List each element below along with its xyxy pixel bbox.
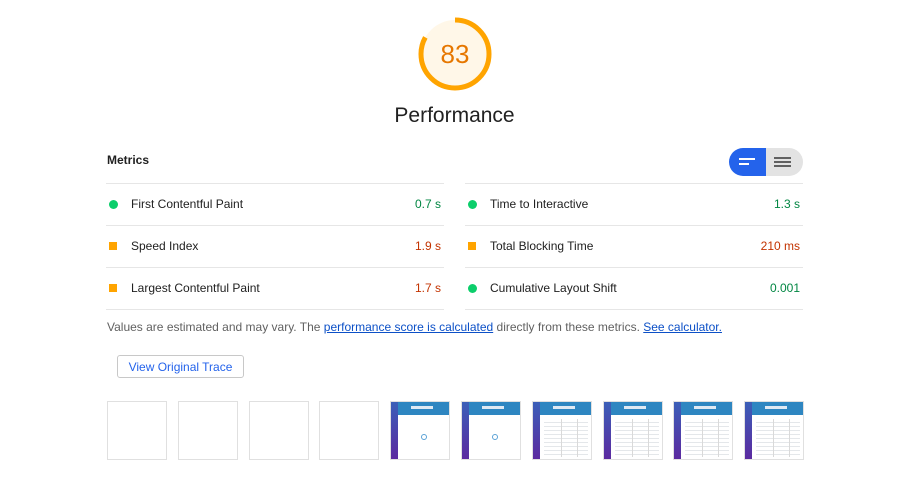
filmstrip-frame [177, 401, 238, 460]
metric-value: 1.3 s [773, 197, 800, 211]
disclaimer-text: directly from these metrics. [493, 320, 644, 334]
metrics-column-right: Time to Interactive 1.3 s Total Blocking… [465, 183, 803, 310]
metric-label: First Contentful Paint [131, 197, 244, 211]
metric-value: 0.7 s [414, 197, 441, 211]
average-square-icon [109, 242, 117, 250]
filmstrip-frame [248, 401, 309, 460]
metric-speed-index: Speed Index 1.9 s [106, 225, 444, 267]
filmstrip-frame [461, 401, 521, 460]
filmstrip-frame [107, 401, 167, 460]
filmstrip-frame [531, 401, 592, 460]
metrics-view-toggle[interactable] [729, 148, 803, 176]
score-calculation-link[interactable]: performance score is calculated [324, 320, 493, 334]
expanded-view-icon[interactable] [766, 148, 803, 176]
metric-value: 210 ms [760, 239, 800, 253]
filmstrip-frame [602, 401, 663, 460]
metrics-column-left: First Contentful Paint 0.7 s Speed Index… [106, 183, 444, 310]
filmstrip-frame [319, 401, 380, 460]
metric-first-contentful-paint: First Contentful Paint 0.7 s [106, 183, 444, 225]
pass-circle-icon [109, 200, 118, 209]
score-value: 83 [440, 39, 470, 69]
metric-label: Largest Contentful Paint [131, 281, 260, 295]
metric-value: 1.9 s [414, 239, 441, 253]
disclaimer-text: Values are estimated and may vary. The [107, 320, 324, 334]
metric-label: Time to Interactive [490, 197, 589, 211]
metric-total-blocking-time: Total Blocking Time 210 ms [465, 225, 803, 267]
metric-label: Cumulative Layout Shift [490, 281, 617, 295]
compact-view-icon[interactable] [729, 148, 766, 176]
filmstrip-frame [390, 401, 451, 460]
see-calculator-link[interactable]: See calculator. [643, 320, 722, 334]
metric-value: 0.001 [769, 281, 800, 295]
metrics-heading: Metrics [107, 153, 150, 167]
metric-value: 1.7 s [414, 281, 441, 295]
filmstrip-frame [673, 401, 734, 460]
average-square-icon [109, 284, 117, 292]
metrics-disclaimer: Values are estimated and may vary. The p… [107, 320, 722, 334]
metric-largest-contentful-paint: Largest Contentful Paint 1.7 s [106, 267, 444, 310]
metric-label: Speed Index [131, 239, 199, 253]
score-gauge: 83 [418, 17, 492, 91]
metric-time-to-interactive: Time to Interactive 1.3 s [465, 183, 803, 225]
average-square-icon [468, 242, 476, 250]
pass-circle-icon [468, 200, 477, 209]
view-original-trace-button[interactable]: View Original Trace [117, 355, 244, 378]
category-title: Performance [394, 104, 515, 127]
metric-cumulative-layout-shift: Cumulative Layout Shift 0.001 [465, 267, 803, 310]
filmstrip-frame [744, 401, 805, 460]
metric-label: Total Blocking Time [490, 239, 594, 253]
pass-circle-icon [468, 284, 477, 293]
